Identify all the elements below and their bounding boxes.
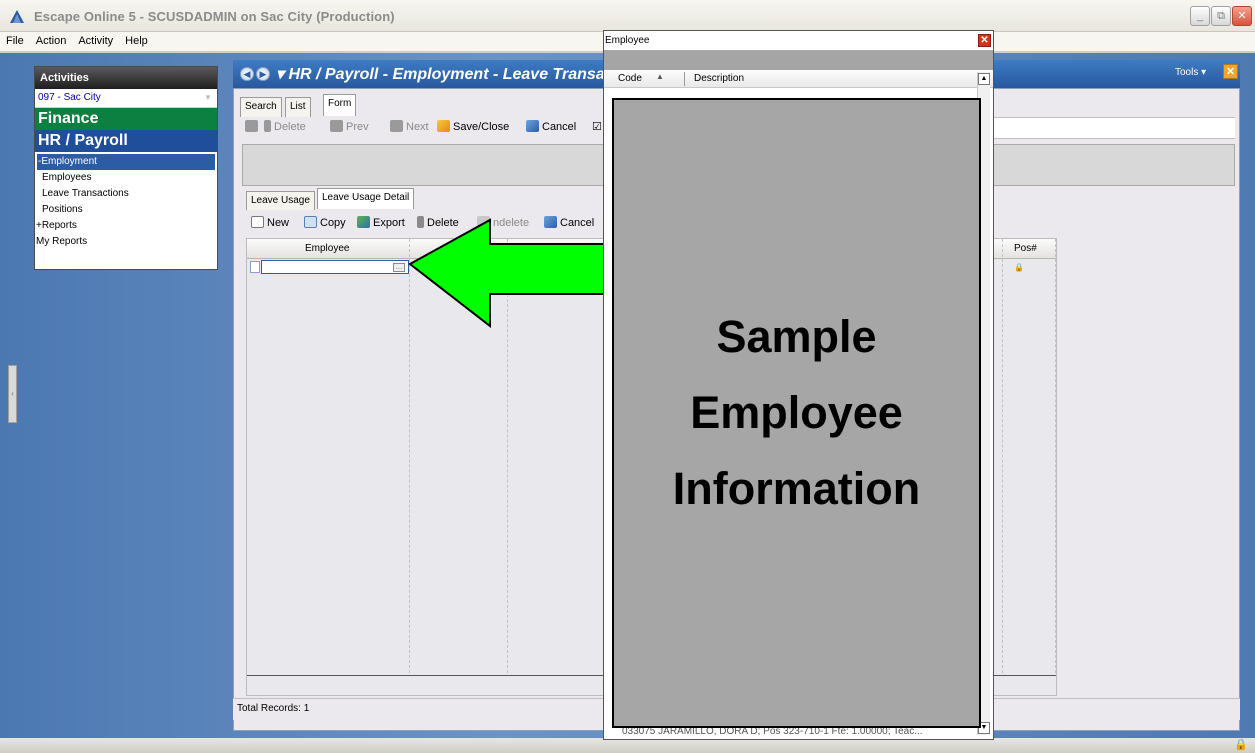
next-label: Next (406, 121, 429, 133)
overlay-line-1: Sample (716, 311, 877, 362)
popup-close-button[interactable]: ✕ (978, 34, 991, 47)
sidebar-item-employment[interactable]: -Employment (37, 154, 215, 170)
toolbar-prev-button[interactable]: Prev (330, 120, 369, 133)
district-value: 097 - Sac City (38, 92, 101, 103)
sidebar-item-leave-transactions[interactable]: Leave Transactions (35, 186, 217, 202)
lookup-button[interactable]: … (393, 263, 405, 272)
cancel-icon (526, 120, 539, 132)
toolbar-save-close-button[interactable]: Save/Close (437, 120, 509, 133)
cancel-label: Cancel (542, 121, 577, 133)
popup-column-header: Code ▲ Description (604, 70, 993, 88)
column-code-header[interactable]: Code (618, 73, 642, 84)
new-icon (245, 120, 258, 132)
tab-form[interactable]: Form (323, 94, 357, 116)
tools-menu[interactable]: Tools ▾ (1175, 67, 1206, 78)
overlay-line-3: Information (672, 463, 921, 514)
new-label: New (267, 217, 290, 229)
hr-payroll-section[interactable]: HR / Payroll (35, 130, 217, 152)
delete-label: Delete (274, 121, 306, 133)
window-titlebar: Escape Online 5 - SCUSDADMIN on Sac City… (0, 0, 1255, 32)
activities-panel: Activities 097 - Sac City ▼ Finance HR /… (34, 66, 218, 270)
menu-file[interactable]: File (0, 32, 30, 50)
scroll-up-button[interactable]: ▲ (978, 73, 990, 85)
export-label: Export (373, 217, 405, 229)
new-button[interactable]: New (251, 216, 289, 229)
total-records: Total Records: 1 (237, 703, 310, 714)
pane-close-button[interactable]: ✕ (1223, 64, 1238, 79)
column-employee-header[interactable]: Employee (305, 243, 349, 254)
sidebar-item-my-reports[interactable]: My Reports (35, 234, 217, 250)
toolbar-delete-button[interactable]: Delete (264, 120, 306, 133)
tab-leave-usage[interactable]: Leave Usage (246, 191, 315, 210)
save-close-icon (437, 120, 450, 132)
new-icon (251, 216, 264, 228)
form-toolbar: Delete Prev Next Save/Close Cancel ☑ (240, 117, 605, 139)
menu-activity[interactable]: Activity (72, 32, 119, 50)
pane-header: ◀ ▶ ▾ HR / Payroll - Employment - Leave … (233, 60, 613, 88)
menu-action[interactable]: Action (30, 32, 73, 50)
toolbar-next-button[interactable]: Next (390, 120, 429, 133)
export-button[interactable]: Export (357, 216, 405, 229)
tab-list[interactable]: List (285, 97, 311, 117)
delete-icon (264, 120, 271, 132)
grid-column-divider (1002, 239, 1003, 673)
toolbar-right-strip (985, 117, 1235, 139)
toolbar-cancel-button[interactable]: Cancel (526, 120, 576, 133)
popup-title: Employee (605, 35, 650, 46)
back-icon[interactable]: ◀ (240, 67, 254, 81)
checklist-icon[interactable]: ☑ (592, 120, 602, 133)
column-description-header[interactable]: Description (694, 73, 744, 84)
copy-icon (304, 216, 317, 228)
employee-cell[interactable]: … (261, 260, 409, 274)
tab-leave-usage-detail[interactable]: Leave Usage Detail (317, 188, 415, 209)
toolbar-new-disabled (245, 120, 261, 133)
minimize-button[interactable]: _ (1190, 6, 1210, 26)
copy-label: Copy (320, 217, 346, 229)
breadcrumb: ▾ HR / Payroll - Employment - Leave Tran… (276, 66, 605, 83)
sidebar-item-positions[interactable]: Positions (35, 202, 217, 218)
finance-section[interactable]: Finance (35, 108, 217, 130)
save-close-label: Save/Close (453, 121, 510, 133)
close-button[interactable]: ✕ (1232, 6, 1252, 26)
maximize-button[interactable]: ⧉ (1211, 6, 1231, 26)
grid-column-divider (1055, 239, 1056, 673)
sort-ascending-icon: ▲ (656, 72, 664, 81)
green-arrow-annotation (408, 218, 608, 328)
lock-icon: 🔒 (1014, 263, 1024, 272)
security-lock-icon: 🔒 (1234, 739, 1248, 751)
tab-search[interactable]: Search (240, 97, 282, 117)
sidebar-item-reports[interactable]: +Reports (35, 218, 217, 234)
column-separator (684, 72, 685, 86)
popup-titlebar: Employee ✕ (604, 31, 993, 51)
prev-icon (330, 120, 343, 132)
export-icon (357, 216, 370, 228)
chevron-down-icon[interactable]: ▼ (201, 91, 215, 105)
district-select[interactable]: 097 - Sac City ▼ (35, 89, 217, 108)
overlay-line-2: Employee (690, 387, 903, 438)
employee-lookup-popup: Employee ✕ Code ▲ Description ▬▬▬▬ ▬▬▬▬▬… (603, 30, 994, 740)
sidebar-item-employees[interactable]: Employees (35, 170, 217, 186)
app-logo-icon (10, 10, 24, 23)
next-icon (390, 120, 403, 132)
menu-help[interactable]: Help (119, 32, 154, 50)
status-bar (0, 738, 1255, 753)
window-title: Escape Online 5 - SCUSDADMIN on Sac City… (34, 9, 395, 24)
activities-header: Activities (35, 67, 217, 89)
forward-icon[interactable]: ▶ (256, 67, 270, 81)
sample-employee-overlay: Sample Employee Information (612, 98, 981, 728)
column-pos-header[interactable]: Pos# (1014, 243, 1037, 254)
row-selector[interactable] (250, 261, 260, 273)
prev-label: Prev (346, 121, 369, 133)
popup-filter-bar (604, 51, 993, 70)
copy-button[interactable]: Copy (304, 216, 346, 229)
collapse-handle[interactable]: ‹ (8, 365, 17, 423)
